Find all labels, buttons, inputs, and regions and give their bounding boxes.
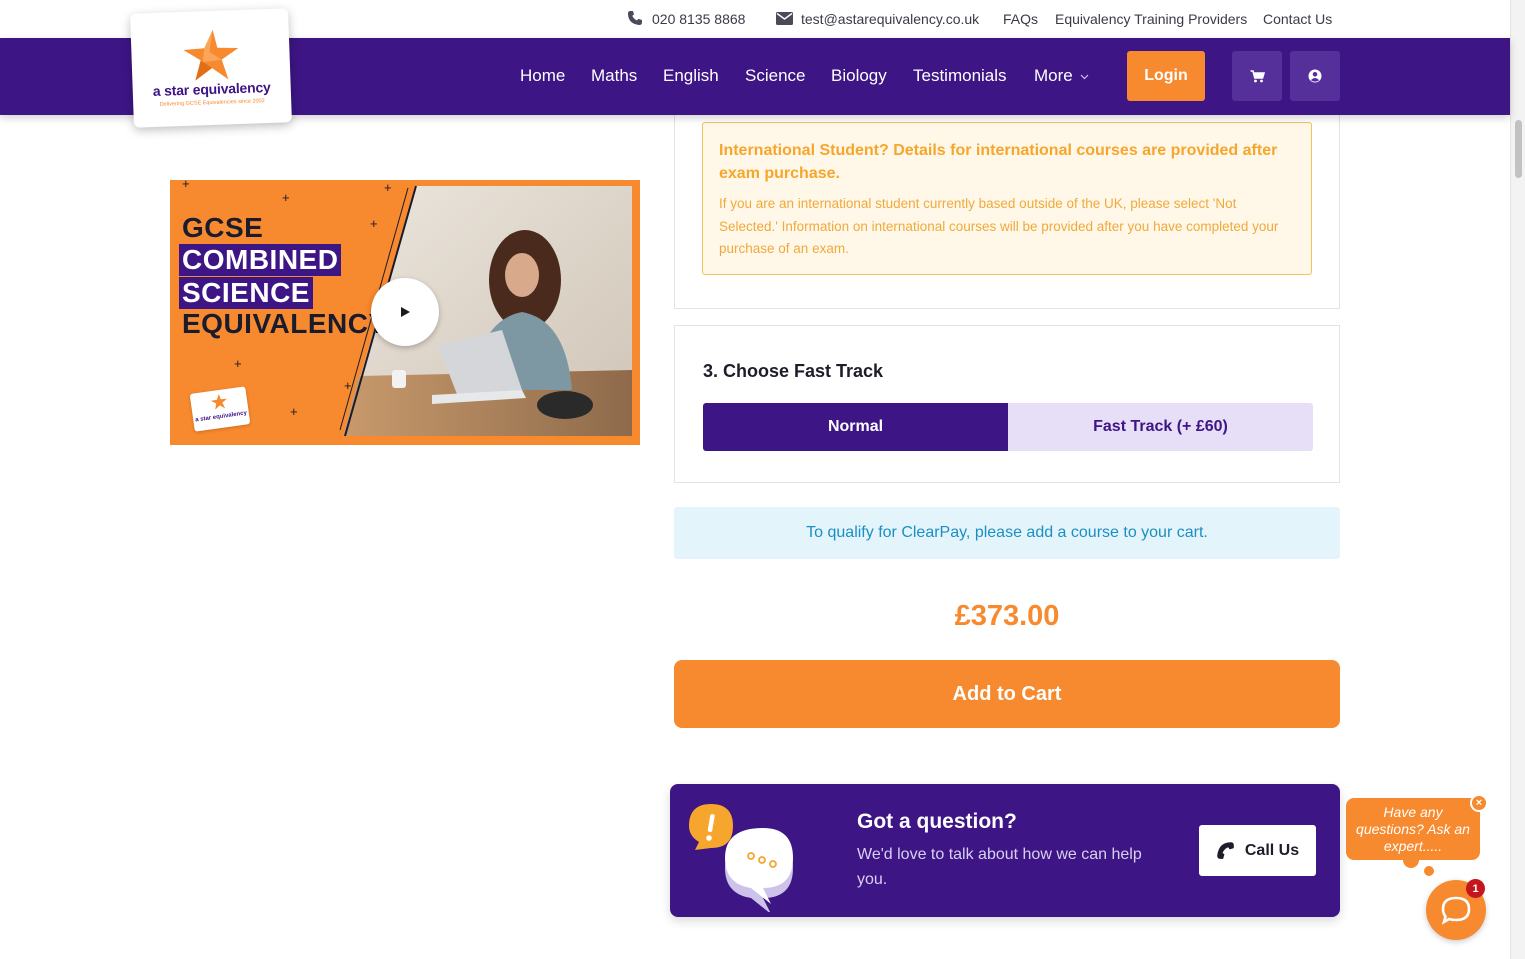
- international-notice: International Student? Details for inter…: [702, 122, 1312, 275]
- nav-home[interactable]: Home: [520, 66, 565, 86]
- contact-us-link[interactable]: Contact Us: [1263, 11, 1332, 27]
- star-logo-icon: [183, 29, 239, 81]
- international-notice-text: If you are an international student curr…: [719, 196, 1279, 256]
- sparkle-decoration: +: [290, 404, 298, 419]
- sparkle-decoration: +: [370, 216, 378, 231]
- sparkle-decoration: +: [384, 180, 392, 195]
- cart-button[interactable]: [1232, 51, 1282, 101]
- play-icon: [401, 307, 410, 317]
- site-logo[interactable]: a star equivalency Delivering GCSE Equiv…: [130, 8, 292, 128]
- chat-prompt-close-button[interactable]: ×: [1470, 794, 1488, 812]
- phone-icon: [628, 11, 642, 25]
- envelope-icon: [776, 12, 793, 25]
- star-logo-icon: [210, 394, 228, 410]
- video-mini-logo: a star equivalency: [189, 386, 251, 432]
- video-title-line-3: SCIENCE: [179, 277, 313, 309]
- faqs-link[interactable]: FAQs: [1003, 11, 1038, 27]
- nav-english[interactable]: English: [663, 66, 719, 86]
- play-button[interactable]: [371, 278, 439, 346]
- video-title-line-1: GCSE: [182, 212, 264, 243]
- call-us-label: Call Us: [1244, 841, 1300, 859]
- chat-bubble-tail: [1424, 866, 1434, 876]
- login-button[interactable]: Login: [1127, 51, 1205, 101]
- video-title-line-4: EQUIVALENCY: [182, 308, 388, 339]
- video-mini-logo-text: a star equivalency: [194, 410, 248, 424]
- nav-more-label: More: [1034, 66, 1073, 85]
- international-notice-title: International Student? Details for inter…: [719, 142, 1278, 182]
- training-providers-link[interactable]: Equivalency Training Providers: [1055, 11, 1247, 27]
- call-us-button[interactable]: Call Us: [1199, 825, 1316, 876]
- sparkle-decoration: +: [234, 356, 242, 371]
- nav-more[interactable]: More: [1034, 66, 1089, 86]
- user-icon: [1308, 69, 1322, 83]
- nav-science[interactable]: Science: [745, 66, 805, 86]
- fast-track-heading: 3. Choose Fast Track: [703, 361, 884, 381]
- clearpay-notice: To qualify for ClearPay, please add a co…: [674, 507, 1340, 559]
- question-text: We'd love to talk about how we can help …: [857, 846, 1142, 888]
- scrollbar-thumb[interactable]: [1515, 120, 1522, 178]
- question-title: Got a question?: [857, 810, 1017, 833]
- fast-track-panel: 3. Choose Fast Track Normal Fast Track (…: [674, 325, 1340, 483]
- phone-icon: [1217, 842, 1234, 859]
- page: { "topbar": { "phone": "020 8135 8868", …: [0, 0, 1525, 959]
- chat-prompt-bubble[interactable]: Have any questions? Ask an expert.....: [1346, 798, 1480, 860]
- logo-tagline: Delivering GCSE Equivalencies since 2002: [159, 98, 265, 108]
- chat-bubble-tail: [1403, 852, 1419, 868]
- chat-bubbles-icon: [689, 804, 793, 912]
- fast-track-option-fast[interactable]: Fast Track (+ £60): [1008, 403, 1313, 451]
- course-video[interactable]: + + + + + + + GCSE COMBINED SCIENCE EQUI…: [170, 180, 640, 445]
- cart-icon: [1250, 69, 1265, 82]
- video-title-line-2: COMBINED: [179, 244, 342, 276]
- price: £373.00: [954, 600, 1060, 632]
- account-button[interactable]: [1290, 51, 1340, 101]
- chat-unread-badge: 1: [1466, 879, 1485, 898]
- nav-biology[interactable]: Biology: [831, 66, 887, 86]
- sparkle-decoration: +: [344, 378, 352, 393]
- chevron-down-icon: [1081, 74, 1089, 79]
- nav-testimonials[interactable]: Testimonials: [913, 66, 1007, 86]
- chat-icon: [1441, 896, 1471, 925]
- email-link[interactable]: test@astarequivalency.co.uk: [801, 11, 979, 27]
- fast-track-option-normal[interactable]: Normal: [703, 403, 1008, 451]
- nav-maths[interactable]: Maths: [591, 66, 637, 86]
- sparkle-decoration: +: [282, 190, 290, 205]
- sparkle-decoration: +: [182, 180, 190, 191]
- phone-number[interactable]: 020 8135 8868: [652, 11, 745, 27]
- add-to-cart-button[interactable]: Add to Cart: [674, 660, 1340, 728]
- logo-wordmark: a star equivalency: [152, 78, 271, 100]
- question-banner: Got a question? We'd love to talk about …: [670, 784, 1340, 917]
- page-scrollbar[interactable]: [1510, 0, 1525, 959]
